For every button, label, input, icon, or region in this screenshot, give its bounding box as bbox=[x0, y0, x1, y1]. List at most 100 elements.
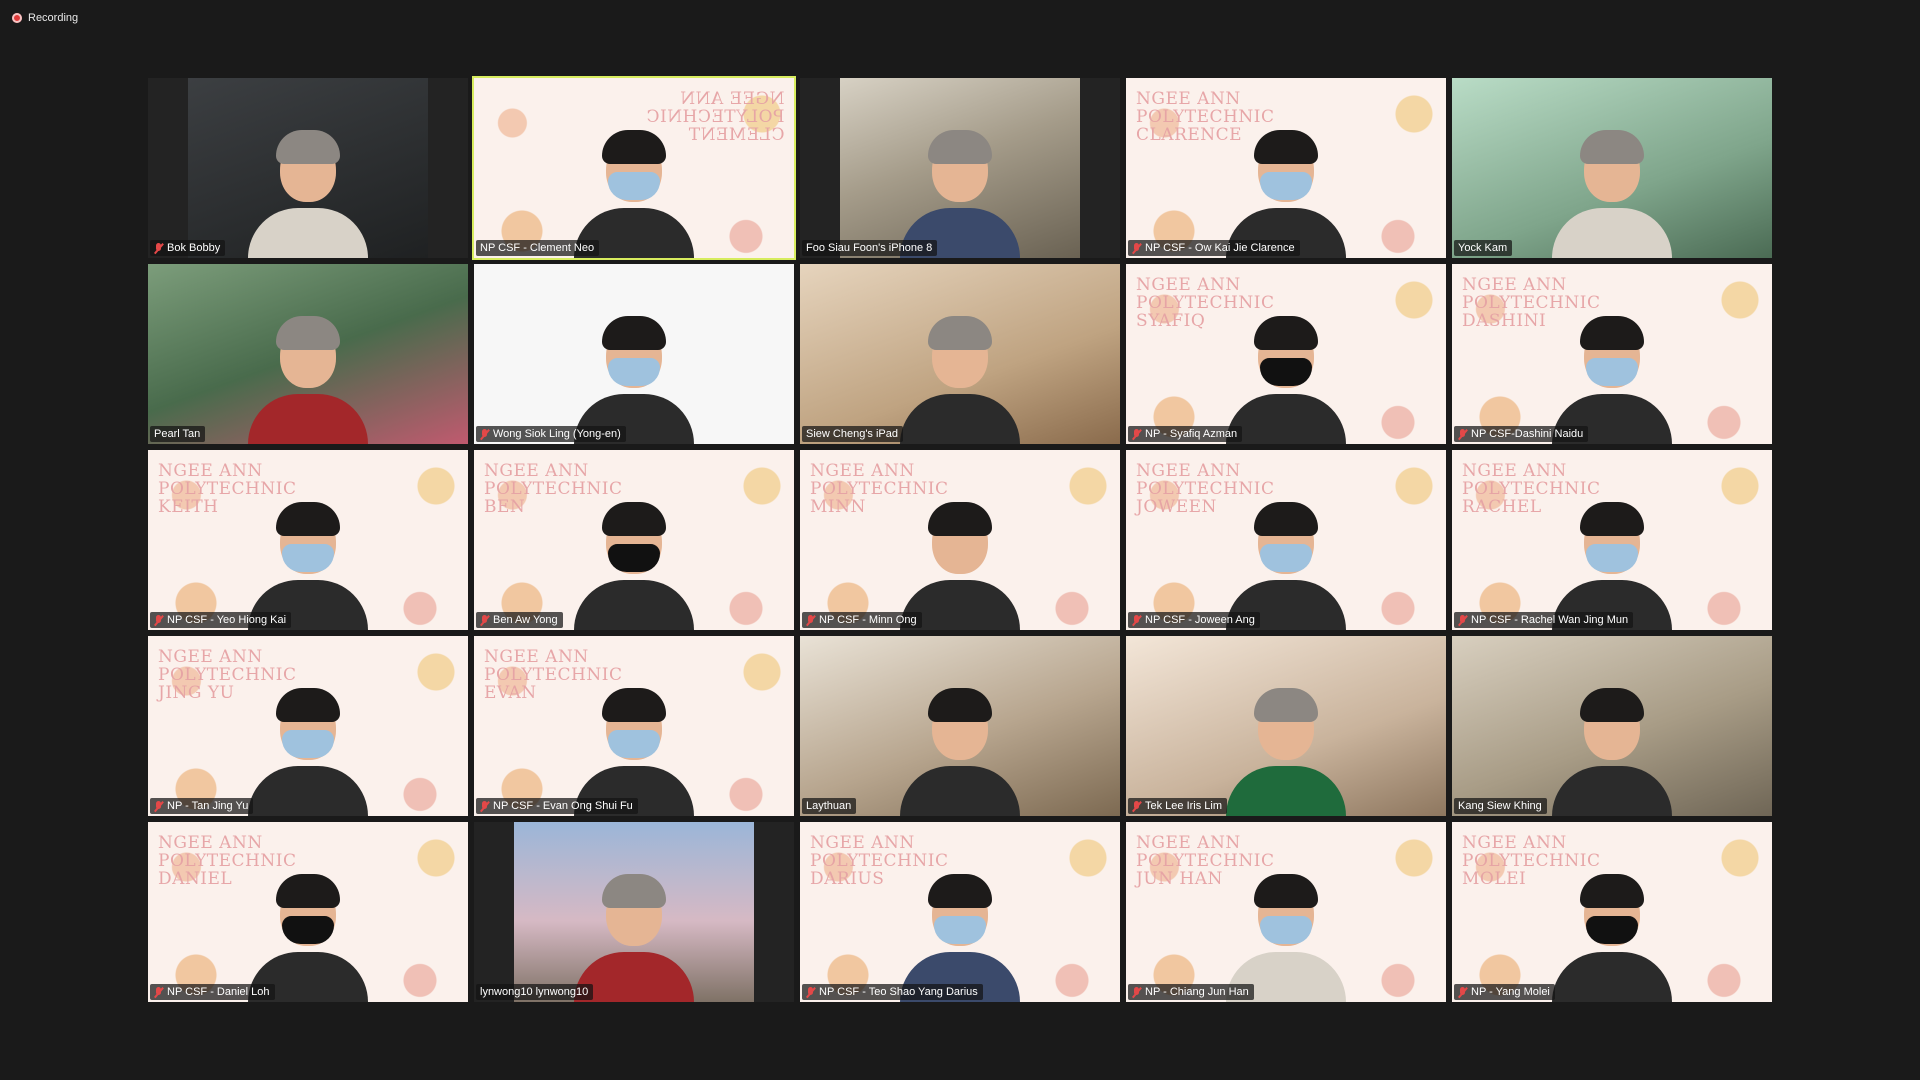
participant-avatar bbox=[900, 304, 1020, 444]
participant-video: NGEE ANN POLYTECHNIC CLEMENT bbox=[474, 78, 794, 258]
participant-name: NP CSF-Dashini Naidu bbox=[1471, 428, 1584, 440]
participant-avatar bbox=[900, 118, 1020, 258]
participant-avatar bbox=[1552, 118, 1672, 258]
participant-video: NGEE ANN POLYTECHNIC MOLEI bbox=[1452, 822, 1772, 1002]
participant-avatar bbox=[900, 490, 1020, 630]
participant-tile[interactable]: NGEE ANN POLYTECHNIC JUN HAN NP - Chiang … bbox=[1126, 822, 1446, 1002]
participant-tile[interactable]: NGEE ANN POLYTECHNIC EVAN NP CSF - Evan O… bbox=[474, 636, 794, 816]
participant-tile[interactable]: NGEE ANN POLYTECHNIC CLEMENT NP CSF - Cle… bbox=[472, 76, 796, 260]
mic-muted-icon bbox=[1132, 800, 1141, 812]
participant-tile[interactable]: lynwong10 lynwong10 bbox=[474, 822, 794, 1002]
mic-muted-icon bbox=[1458, 986, 1467, 998]
participant-video: NGEE ANN POLYTECHNIC SYAFIQ bbox=[1126, 264, 1446, 444]
participant-avatar bbox=[574, 862, 694, 1002]
participant-name-tag: NP CSF-Dashini Naidu bbox=[1454, 426, 1589, 442]
participant-avatar bbox=[1226, 490, 1346, 630]
participant-tile[interactable]: NGEE ANN POLYTECHNIC MOLEI NP - Yang Mole… bbox=[1452, 822, 1772, 1002]
participant-tile[interactable]: Tek Lee Iris Lim bbox=[1126, 636, 1446, 816]
participant-tile[interactable]: NGEE ANN POLYTECHNIC JING YU NP - Tan Jin… bbox=[148, 636, 468, 816]
participant-video bbox=[148, 264, 468, 444]
mic-muted-icon bbox=[1458, 614, 1467, 626]
recording-indicator[interactable]: Recording bbox=[12, 12, 78, 24]
participant-video bbox=[474, 264, 794, 444]
participant-avatar bbox=[574, 304, 694, 444]
participant-name-tag: Ben Aw Yong bbox=[476, 612, 563, 628]
participant-avatar bbox=[900, 862, 1020, 1002]
participant-name: NP - Syafiq Azman bbox=[1145, 428, 1238, 440]
participant-avatar bbox=[574, 490, 694, 630]
participant-name-tag: NP CSF - Minn Ong bbox=[802, 612, 922, 628]
participant-avatar bbox=[1226, 118, 1346, 258]
participant-name: Bok Bobby bbox=[167, 242, 221, 254]
participant-video bbox=[800, 636, 1120, 816]
participant-video: NGEE ANN POLYTECHNIC CLARENCE bbox=[1126, 78, 1446, 258]
participant-name-tag: Bok Bobby bbox=[150, 240, 226, 256]
participant-tile[interactable]: NGEE ANN POLYTECHNIC JOWEEN NP CSF - Jowe… bbox=[1126, 450, 1446, 630]
participant-name: NP - Yang Molei bbox=[1471, 986, 1550, 998]
participant-name: NP CSF - Ow Kai Jie Clarence bbox=[1145, 242, 1295, 254]
participant-video: NGEE ANN POLYTECHNIC JUN HAN bbox=[1126, 822, 1446, 1002]
participant-tile[interactable]: Yock Kam bbox=[1452, 78, 1772, 258]
participant-name-tag: Siew Cheng's iPad bbox=[802, 426, 903, 442]
participant-avatar bbox=[1552, 676, 1672, 816]
participant-avatar bbox=[574, 118, 694, 258]
participant-video bbox=[1126, 636, 1446, 816]
participant-video: NGEE ANN POLYTECHNIC EVAN bbox=[474, 636, 794, 816]
participant-name-tag: Kang Siew Khing bbox=[1454, 798, 1547, 814]
participant-name: NP CSF - Daniel Loh bbox=[167, 986, 270, 998]
mic-muted-icon bbox=[154, 800, 163, 812]
participant-name: NP - Tan Jing Yu bbox=[167, 800, 249, 812]
participant-name: lynwong10 lynwong10 bbox=[480, 986, 589, 998]
participant-tile[interactable]: NGEE ANN POLYTECHNIC DASHINI NP CSF-Dashi… bbox=[1452, 264, 1772, 444]
participant-name: Laythuan bbox=[806, 800, 852, 812]
participant-avatar bbox=[1552, 490, 1672, 630]
participant-tile[interactable]: NGEE ANN POLYTECHNIC RACHEL NP CSF - Rach… bbox=[1452, 450, 1772, 630]
mic-muted-icon bbox=[806, 614, 815, 626]
participant-video: NGEE ANN POLYTECHNIC MINN bbox=[800, 450, 1120, 630]
participant-name-tag: NP - Tan Jing Yu bbox=[150, 798, 254, 814]
participant-name-tag: NP CSF - Clement Neo bbox=[476, 240, 600, 256]
mic-muted-icon bbox=[1132, 428, 1141, 440]
participant-name-tag: Laythuan bbox=[802, 798, 857, 814]
participant-tile[interactable]: NGEE ANN POLYTECHNIC BEN Ben Aw Yong bbox=[474, 450, 794, 630]
participant-name: Siew Cheng's iPad bbox=[806, 428, 898, 440]
participant-tile[interactable]: Laythuan bbox=[800, 636, 1120, 816]
participant-name-tag: Pearl Tan bbox=[150, 426, 206, 442]
participant-name-tag: Yock Kam bbox=[1454, 240, 1513, 256]
participant-tile[interactable]: Foo Siau Foon's iPhone 8 bbox=[800, 78, 1120, 258]
participant-tile[interactable]: NGEE ANN POLYTECHNIC MINN NP CSF - Minn O… bbox=[800, 450, 1120, 630]
participant-tile[interactable]: Pearl Tan bbox=[148, 264, 468, 444]
participant-name-tag: NP CSF - Yeo Hiong Kai bbox=[150, 612, 292, 628]
mic-muted-icon bbox=[1132, 242, 1141, 254]
mic-muted-icon bbox=[480, 428, 489, 440]
participant-tile[interactable]: Bok Bobby bbox=[148, 78, 468, 258]
participant-name: NP CSF - Clement Neo bbox=[480, 242, 595, 254]
participant-name: NP CSF - Joween Ang bbox=[1145, 614, 1255, 626]
participant-video bbox=[800, 264, 1120, 444]
participant-name-tag: NP - Syafiq Azman bbox=[1128, 426, 1243, 442]
participant-tile[interactable]: NGEE ANN POLYTECHNIC DARIUS NP CSF - Teo … bbox=[800, 822, 1120, 1002]
participant-tile[interactable]: NGEE ANN POLYTECHNIC KEITH NP CSF - Yeo H… bbox=[148, 450, 468, 630]
mic-muted-icon bbox=[154, 242, 163, 254]
participant-tile[interactable]: Siew Cheng's iPad bbox=[800, 264, 1120, 444]
participant-tile[interactable]: Wong Siok Ling (Yong-en) bbox=[474, 264, 794, 444]
participant-video: NGEE ANN POLYTECHNIC KEITH bbox=[148, 450, 468, 630]
participant-name: NP CSF - Evan Ong Shui Fu bbox=[493, 800, 633, 812]
participant-name: Kang Siew Khing bbox=[1458, 800, 1542, 812]
participant-avatar bbox=[1226, 862, 1346, 1002]
participant-video bbox=[840, 78, 1080, 258]
participant-video: NGEE ANN POLYTECHNIC RACHEL bbox=[1452, 450, 1772, 630]
mic-muted-icon bbox=[1132, 614, 1141, 626]
participant-avatar bbox=[248, 490, 368, 630]
participant-name-tag: Tek Lee Iris Lim bbox=[1128, 798, 1228, 814]
participant-tile[interactable]: NGEE ANN POLYTECHNIC SYAFIQ NP - Syafiq A… bbox=[1126, 264, 1446, 444]
participant-tile[interactable]: Kang Siew Khing bbox=[1452, 636, 1772, 816]
participant-avatar bbox=[1552, 862, 1672, 1002]
participant-name: NP CSF - Minn Ong bbox=[819, 614, 917, 626]
participant-tile[interactable]: NGEE ANN POLYTECHNIC DANIEL NP CSF - Dani… bbox=[148, 822, 468, 1002]
participant-name: Tek Lee Iris Lim bbox=[1145, 800, 1223, 812]
participant-name: Pearl Tan bbox=[154, 428, 201, 440]
participant-name: NP - Chiang Jun Han bbox=[1145, 986, 1249, 998]
participant-tile[interactable]: NGEE ANN POLYTECHNIC CLARENCE NP CSF - Ow… bbox=[1126, 78, 1446, 258]
participant-video: NGEE ANN POLYTECHNIC DARIUS bbox=[800, 822, 1120, 1002]
